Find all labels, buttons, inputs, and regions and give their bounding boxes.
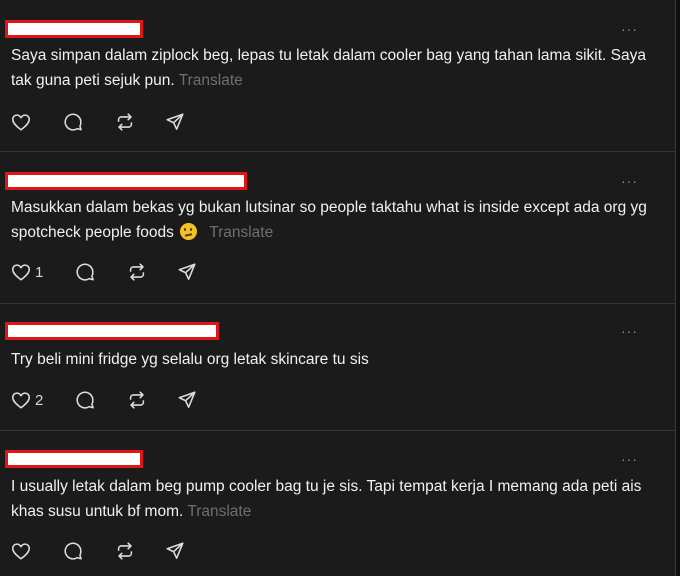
redacted-username <box>5 172 247 190</box>
more-options-button[interactable]: ··· <box>621 324 638 338</box>
comments-feed: ··· Saya simpan dalam ziplock beg, lepas… <box>0 0 676 576</box>
like-button[interactable] <box>10 109 35 135</box>
like-count: 2 <box>35 391 44 409</box>
comment-icon <box>76 263 94 281</box>
comment-body: I usually letak dalam beg pump cooler ba… <box>11 478 642 520</box>
comment-icon <box>64 113 82 131</box>
share-button[interactable] <box>176 259 198 285</box>
repost-button[interactable] <box>114 109 136 135</box>
action-bar <box>0 538 676 564</box>
comment-text: Masukkan dalam bekas yg bukan lutsinar s… <box>11 196 651 245</box>
share-icon <box>166 542 184 559</box>
comment-text: I usually letak dalam beg pump cooler ba… <box>11 475 651 524</box>
share-button[interactable] <box>164 109 186 135</box>
redacted-username <box>5 20 143 38</box>
comment-icon <box>76 391 94 409</box>
translate-link[interactable]: Translate <box>179 72 243 89</box>
repost-icon <box>129 391 145 409</box>
comment-button[interactable] <box>74 387 96 413</box>
like-count: 1 <box>35 263 44 281</box>
heart-icon <box>11 264 31 281</box>
share-icon <box>178 263 196 280</box>
like-button[interactable]: 1 <box>10 259 43 285</box>
comment-icon <box>64 542 82 560</box>
more-options-button[interactable]: ··· <box>621 174 638 188</box>
share-icon <box>178 391 196 408</box>
thinking-face-icon <box>180 222 198 240</box>
repost-icon <box>117 113 133 131</box>
comment-text: Try beli mini fridge yg selalu org letak… <box>11 348 651 373</box>
more-options-button[interactable]: ··· <box>621 452 638 466</box>
repost-button[interactable] <box>126 387 148 413</box>
action-bar: 1 <box>0 259 676 285</box>
heart-icon <box>11 114 31 131</box>
share-icon <box>166 113 184 130</box>
redacted-username <box>5 450 143 468</box>
share-button[interactable] <box>164 538 186 564</box>
comment-post: ··· Try beli mini fridge yg selalu org l… <box>0 304 676 431</box>
repost-icon <box>129 263 145 281</box>
comment-button[interactable] <box>62 538 84 564</box>
redacted-username <box>5 322 219 340</box>
repost-icon <box>117 542 133 560</box>
comment-post: ··· Masukkan dalam bekas yg bukan lutsin… <box>0 152 676 304</box>
like-button[interactable]: 2 <box>10 387 43 413</box>
repost-button[interactable] <box>114 538 136 564</box>
share-button[interactable] <box>176 387 198 413</box>
comment-body: Try beli mini fridge yg selalu org letak… <box>11 351 369 368</box>
translate-link[interactable]: Translate <box>187 503 251 520</box>
like-button[interactable] <box>10 538 35 564</box>
repost-button[interactable] <box>126 259 148 285</box>
action-bar: 2 <box>0 387 676 413</box>
heart-icon <box>11 392 31 409</box>
comment-post: ··· I usually letak dalam beg pump coole… <box>0 431 676 576</box>
comment-post: ··· Saya simpan dalam ziplock beg, lepas… <box>0 0 676 152</box>
translate-link[interactable]: Translate <box>209 224 273 241</box>
heart-icon <box>11 543 31 560</box>
comment-button[interactable] <box>62 109 84 135</box>
comment-body: Masukkan dalam bekas yg bukan lutsinar s… <box>11 199 647 241</box>
comment-button[interactable] <box>74 259 96 285</box>
more-options-button[interactable]: ··· <box>621 22 638 36</box>
action-bar <box>0 109 676 135</box>
comment-body: Saya simpan dalam ziplock beg, lepas tu … <box>11 47 646 89</box>
comment-text: Saya simpan dalam ziplock beg, lepas tu … <box>11 44 651 93</box>
